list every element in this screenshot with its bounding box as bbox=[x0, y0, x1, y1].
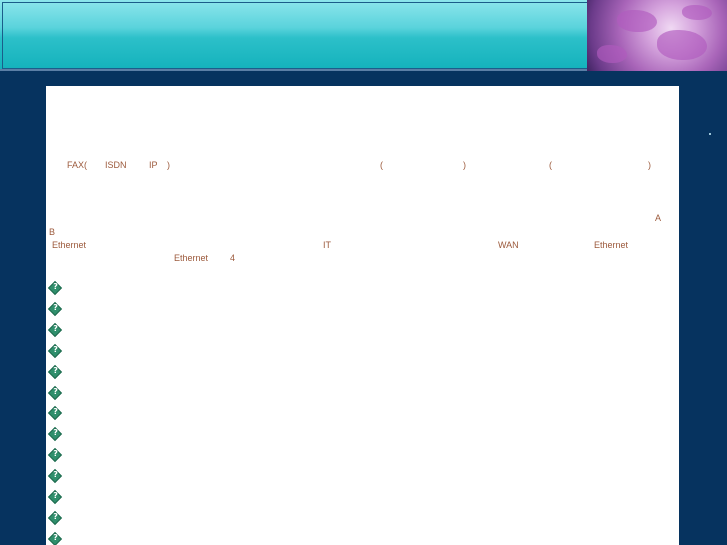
bullet-icon bbox=[47, 469, 63, 484]
bullet-icon bbox=[47, 385, 63, 400]
decor-dot bbox=[709, 133, 711, 135]
globe-image bbox=[587, 0, 727, 71]
bullet-icon bbox=[47, 448, 63, 463]
text-ethernet: Ethernet bbox=[52, 240, 87, 250]
text-b: B bbox=[49, 227, 56, 237]
text-paren: ) bbox=[648, 160, 651, 170]
text-paren: ) bbox=[463, 160, 466, 170]
text-ethernet: Ethernet bbox=[594, 240, 629, 250]
content-panel: FAX( ISDN IP ) ( ) ( ) A B Ethernet IT W… bbox=[46, 86, 679, 545]
header-banner bbox=[0, 0, 727, 71]
bullet-icon bbox=[47, 427, 63, 442]
bullet-icon bbox=[47, 343, 63, 358]
bullet-icon bbox=[47, 301, 63, 316]
text-ip: IP bbox=[149, 160, 158, 170]
bullet-icon bbox=[47, 489, 63, 505]
text-four: 4 bbox=[230, 253, 236, 263]
text-it: IT bbox=[323, 240, 331, 250]
bullet-icon bbox=[47, 280, 63, 296]
bullet-icon bbox=[47, 510, 63, 525]
bullet-icon bbox=[47, 531, 63, 545]
text-a: A bbox=[655, 213, 662, 223]
bullet-icon bbox=[47, 364, 63, 379]
bullet-icon bbox=[47, 406, 63, 421]
text-ethernet: Ethernet bbox=[174, 253, 209, 263]
bullet-icon bbox=[47, 322, 63, 337]
text-paren: ( bbox=[380, 160, 383, 170]
text-isdn: ISDN bbox=[105, 160, 127, 170]
text-paren: ( bbox=[549, 160, 552, 170]
text-fax: FAX( bbox=[67, 160, 88, 170]
text-paren: ) bbox=[167, 160, 170, 170]
text-wan: WAN bbox=[498, 240, 519, 250]
